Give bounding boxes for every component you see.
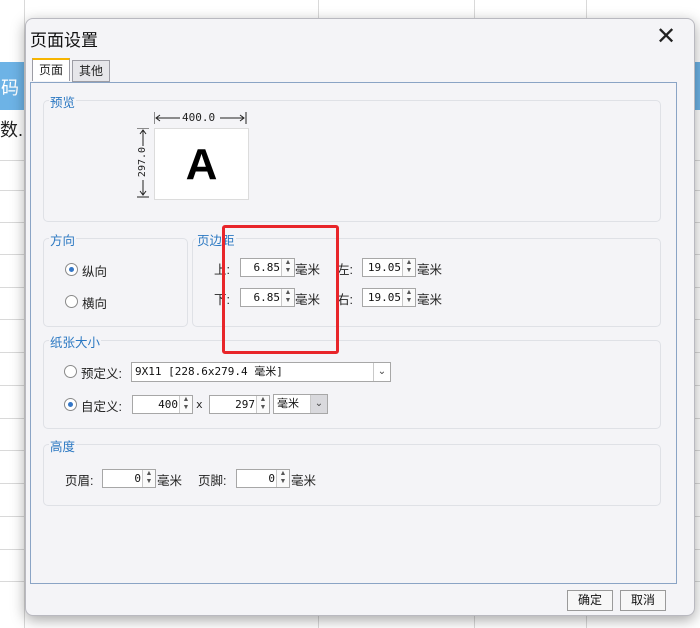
predefined-radio[interactable] (64, 365, 77, 378)
page-setup-dialog: 页面设置 ✕ 页面 其他 预览 方向 纵向 横向 页边距 纸张大小 高度 400… (25, 18, 695, 616)
tab-other[interactable]: 其他 (72, 60, 110, 82)
footer-height-unit: 毫米 (291, 474, 317, 488)
custom-unit-value: 毫米 (277, 398, 299, 410)
ok-button[interactable]: 确定 (567, 590, 613, 611)
preview-width-label: 400.0 (182, 111, 216, 124)
margin-right-unit: 毫米 (417, 293, 443, 307)
preview-width-dimension: 400.0 (154, 111, 247, 125)
footer-height-stepper[interactable]: ▲ ▼ (276, 470, 289, 487)
footer-height-value: 0 (268, 472, 275, 485)
cancel-button[interactable]: 取消 (620, 590, 666, 611)
chevron-down-icon[interactable]: ⌄ (373, 363, 390, 381)
margin-right-stepper[interactable]: ▲ ▼ (402, 289, 415, 306)
footer-height-field[interactable]: 0 ▲ ▼ (236, 469, 290, 488)
bg-left-char: 码 (1, 78, 19, 98)
dialog-title: 页面设置 (30, 31, 98, 50)
orientation-group (43, 238, 188, 327)
paper-size-group (43, 340, 661, 429)
margin-left-label: 左: (337, 263, 353, 277)
predefined-paper-select[interactable]: 9X11 [228.6x279.4 毫米] ⌄ (131, 362, 391, 382)
margin-left-field[interactable]: 19.05 ▲ ▼ (362, 258, 416, 277)
custom-times-sign: x (196, 398, 203, 411)
custom-width-value: 400 (158, 398, 178, 411)
margin-right-label: 右: (337, 293, 353, 307)
tab-content-page: 预览 方向 纵向 横向 页边距 纸张大小 高度 (30, 82, 677, 584)
custom-height-stepper[interactable]: ▲ ▼ (256, 396, 269, 413)
close-button[interactable]: ✕ (652, 24, 680, 52)
landscape-radio[interactable] (65, 295, 78, 308)
preview-height-dimension: 297.0 (136, 128, 150, 198)
header-height-value: 0 (134, 472, 141, 485)
preview-letter: A (185, 140, 218, 189)
custom-width-stepper[interactable]: ▲ ▼ (179, 396, 192, 413)
portrait-radio[interactable] (65, 263, 78, 276)
paper-size-group-title: 纸张大小 (49, 332, 102, 351)
page-preview: A (154, 128, 249, 200)
highlight-annotation (222, 225, 339, 354)
header-height-label: 页眉: (65, 474, 94, 488)
margin-right-field[interactable]: 19.05 ▲ ▼ (362, 288, 416, 307)
orientation-group-title: 方向 (49, 230, 77, 249)
predefined-label: 预定义: (81, 367, 122, 381)
margin-left-unit: 毫米 (417, 263, 443, 277)
custom-radio[interactable] (64, 398, 77, 411)
margin-left-stepper[interactable]: ▲ ▼ (402, 259, 415, 276)
landscape-label: 横向 (82, 297, 108, 311)
portrait-label: 纵向 (82, 265, 108, 279)
preview-group-title: 预览 (49, 92, 77, 111)
header-height-field[interactable]: 0 ▲ ▼ (102, 469, 156, 488)
height-group-title: 高度 (49, 436, 77, 455)
close-icon: ✕ (655, 23, 677, 50)
tab-page[interactable]: 页面 (32, 58, 70, 81)
custom-width-field[interactable]: 400 ▲ ▼ (132, 395, 193, 414)
predefined-paper-value: 9X11 [228.6x279.4 毫米] (135, 365, 283, 378)
margin-right-value: 19.05 (367, 291, 401, 304)
preview-height-label: 297.0 (137, 146, 148, 178)
header-height-unit: 毫米 (157, 474, 183, 488)
chevron-down-icon[interactable]: ⌄ (310, 395, 327, 413)
header-height-stepper[interactable]: ▲ ▼ (142, 470, 155, 487)
custom-label: 自定义: (81, 400, 122, 414)
custom-height-field[interactable]: 297 ▲ ▼ (209, 395, 270, 414)
custom-height-value: 297 (235, 398, 255, 411)
footer-height-label: 页脚: (198, 474, 227, 488)
margin-left-value: 19.05 (367, 261, 401, 274)
bg-left-char-2: 数. (0, 120, 24, 140)
custom-unit-select[interactable]: 毫米 ⌄ (273, 394, 328, 414)
